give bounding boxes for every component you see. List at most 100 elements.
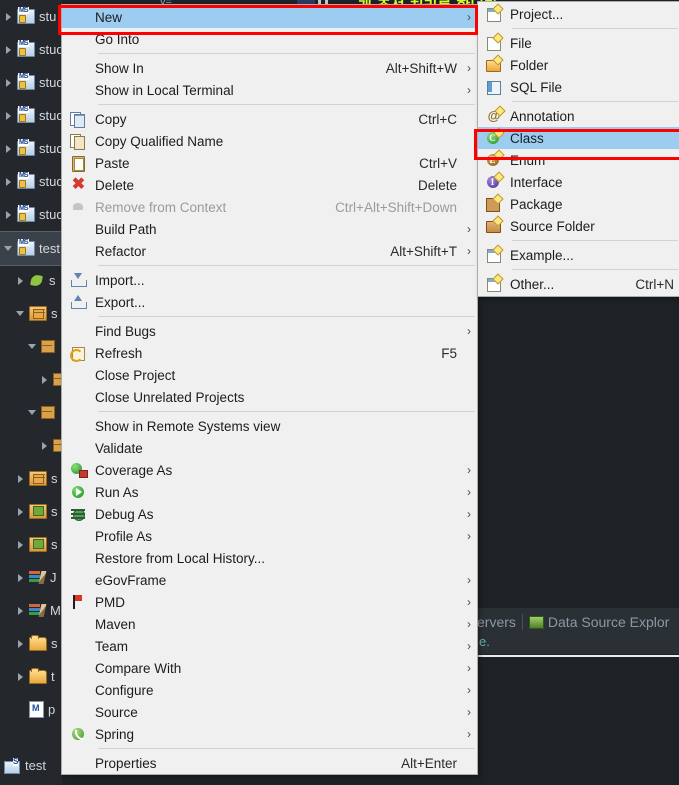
expand-arrow-icon[interactable] (40, 441, 50, 451)
tree-item[interactable]: s (0, 297, 62, 330)
tree-item[interactable]: p (0, 693, 62, 726)
expand-arrow-icon[interactable] (16, 474, 26, 484)
menu-item-maven[interactable]: Maven › (62, 613, 477, 635)
menu-item-team[interactable]: Team › (62, 635, 477, 657)
menu-item-show-in[interactable]: Show In Alt+Shift+W › (62, 57, 477, 79)
tree-item[interactable]: J (0, 561, 62, 594)
tree-item[interactable] (0, 363, 62, 396)
tree-item[interactable]: t (0, 660, 62, 693)
expand-arrow-icon[interactable] (16, 606, 26, 616)
menu-item-close-project[interactable]: Close Project (62, 364, 477, 386)
submenu-item-other[interactable]: Other... Ctrl+N (478, 273, 679, 295)
tree-item[interactable] (0, 330, 62, 363)
collapse-arrow-icon[interactable] (4, 244, 14, 254)
tab-servers[interactable]: ervers (477, 614, 516, 630)
tree-item[interactable]: s (0, 264, 62, 297)
tree-item[interactable]: s (0, 495, 62, 528)
menu-item-close-unrelated-projects[interactable]: Close Unrelated Projects (62, 386, 477, 408)
tree-item[interactable]: stud (0, 33, 62, 66)
new-other-icon (486, 276, 503, 292)
menu-item-new[interactable]: New › (62, 6, 477, 28)
new-submenu[interactable]: Project... File Folder SQL File @ Annotation C… (477, 1, 679, 297)
expand-arrow-icon[interactable] (4, 111, 14, 121)
expand-arrow-icon[interactable] (4, 210, 14, 220)
expand-arrow-icon[interactable] (40, 375, 50, 385)
menu-item-delete[interactable]: ✖ Delete Delete (62, 174, 477, 196)
expand-arrow-icon[interactable] (16, 573, 26, 583)
submenu-item-class[interactable]: C Class (478, 127, 679, 149)
expand-arrow-icon[interactable] (4, 45, 14, 55)
menu-item-configure[interactable]: Configure › (62, 679, 477, 701)
menu-item-debug-as[interactable]: Debug As › (62, 503, 477, 525)
tab-data-source-explorer[interactable]: Data Source Explor (548, 614, 669, 630)
expand-arrow-icon[interactable] (4, 12, 14, 22)
menu-item-remove-from-context[interactable]: Remove from Context Ctrl+Alt+Shift+Down (62, 196, 477, 218)
tree-item[interactable] (0, 396, 62, 429)
menu-item-egovframe[interactable]: eGovFrame › (62, 569, 477, 591)
tree-item[interactable]: s (0, 462, 62, 495)
collapse-arrow-icon[interactable] (28, 342, 38, 352)
tree-item[interactable]: stud (0, 132, 62, 165)
new-interface-icon: I (486, 171, 505, 190)
expand-arrow-icon[interactable] (4, 177, 14, 187)
menu-item-properties[interactable]: Properties Alt+Enter (62, 752, 477, 774)
context-menu[interactable]: New › Go Into Show In Alt+Shift+W › Show in Lo… (61, 4, 478, 775)
submenu-item-package[interactable]: Package (478, 193, 679, 215)
menu-item-validate[interactable]: Validate (62, 437, 477, 459)
menu-item-compare-with[interactable]: Compare With › (62, 657, 477, 679)
tree-item[interactable]: test (0, 231, 62, 266)
submenu-item-sql-file[interactable]: SQL File (478, 76, 679, 98)
menu-item-icon-slot (62, 752, 95, 774)
collapse-arrow-icon[interactable] (16, 309, 26, 319)
tree-item[interactable]: stud (0, 165, 62, 198)
expand-arrow-icon[interactable] (16, 507, 26, 517)
menu-item-profile-as[interactable]: Profile As › (62, 525, 477, 547)
menu-item-pmd[interactable]: PMD › (62, 591, 477, 613)
menu-item-spring[interactable]: Spring › (62, 723, 477, 745)
menu-item-show-in-local-terminal[interactable]: Show in Local Terminal › (62, 79, 477, 101)
menu-item-refactor[interactable]: Refactor Alt+Shift+T › (62, 240, 477, 262)
menu-item-show-in-remote-systems-view[interactable]: Show in Remote Systems view (62, 415, 477, 437)
bottom-view-tab-bar[interactable]: ervers Data Source Explor (477, 608, 679, 636)
menu-item-source[interactable]: Source › (62, 701, 477, 723)
project-explorer-tree[interactable]: stu stud stud stud stud stud stud test s s s s s J Ms t… (0, 0, 62, 750)
menu-item-build-path[interactable]: Build Path › (62, 218, 477, 240)
submenu-item-label: Other... (510, 276, 555, 292)
expand-arrow-icon[interactable] (16, 639, 26, 649)
tree-item[interactable]: M (0, 594, 62, 627)
menu-item-export[interactable]: Export... (62, 291, 477, 313)
expand-arrow-icon[interactable] (16, 705, 26, 715)
tree-item[interactable]: s (0, 528, 62, 561)
menu-item-find-bugs[interactable]: Find Bugs › (62, 320, 477, 342)
tree-item[interactable]: stud (0, 198, 62, 231)
expand-arrow-icon[interactable] (16, 672, 26, 682)
menu-item-go-into[interactable]: Go Into (62, 28, 477, 50)
tree-item[interactable]: stu (0, 0, 62, 33)
expand-arrow-icon[interactable] (16, 540, 26, 550)
tree-item[interactable] (0, 429, 62, 462)
submenu-item-interface[interactable]: I Interface (478, 171, 679, 193)
tree-item[interactable]: s (0, 627, 62, 660)
submenu-item-example[interactable]: Example... (478, 244, 679, 266)
expand-arrow-icon[interactable] (16, 276, 26, 286)
tree-item[interactable]: stud (0, 66, 62, 99)
menu-item-refresh[interactable]: Refresh F5 (62, 342, 477, 364)
menu-item-restore-from-local-history[interactable]: Restore from Local History... (62, 547, 477, 569)
tree-item[interactable]: stud (0, 99, 62, 132)
menu-item-copy[interactable]: Copy Ctrl+C (62, 108, 477, 130)
menu-item-copy-qualified-name[interactable]: Copy Qualified Name (62, 130, 477, 152)
menu-item-run-as[interactable]: Run As › (62, 481, 477, 503)
menu-item-import[interactable]: Import... (62, 269, 477, 291)
java-project-icon (17, 172, 35, 189)
submenu-item-folder[interactable]: Folder (478, 54, 679, 76)
menu-item-coverage-as[interactable]: Coverage As › (62, 459, 477, 481)
submenu-item-project[interactable]: Project... (478, 3, 679, 25)
submenu-item-enum[interactable]: E Enum (478, 149, 679, 171)
submenu-item-annotation[interactable]: @ Annotation (478, 105, 679, 127)
submenu-item-source-folder[interactable]: Source Folder (478, 215, 679, 237)
expand-arrow-icon[interactable] (4, 78, 14, 88)
collapse-arrow-icon[interactable] (28, 408, 38, 418)
submenu-item-file[interactable]: File (478, 32, 679, 54)
expand-arrow-icon[interactable] (4, 144, 14, 154)
menu-item-paste[interactable]: Paste Ctrl+V (62, 152, 477, 174)
